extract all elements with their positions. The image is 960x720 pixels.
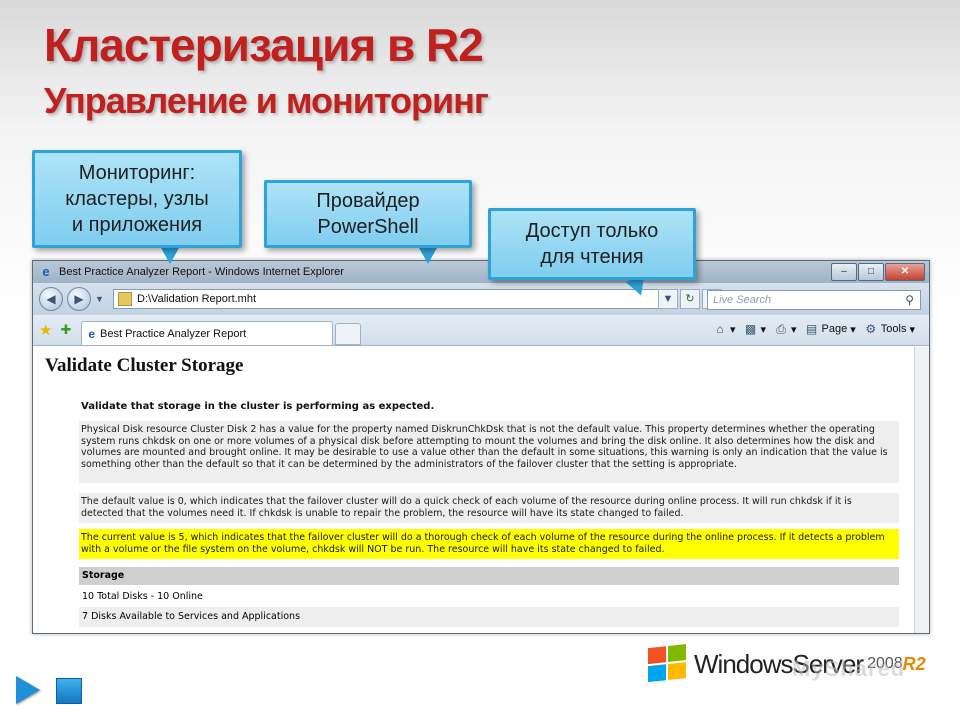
report-paragraph: Physical Disk resource Cluster Disk 2 ha… bbox=[79, 421, 899, 483]
search-input[interactable]: Live Search ⚲ bbox=[707, 290, 921, 310]
window-title: Best Practice Analyzer Report - Windows … bbox=[59, 266, 344, 278]
tools-menu[interactable]: ⚙ Tools ▾ bbox=[864, 322, 915, 336]
report-intro: Validate that storage in the cluster is … bbox=[81, 401, 435, 412]
brand-release: R2 bbox=[902, 653, 926, 674]
report-paragraph: The default value is 0, which indicates … bbox=[79, 493, 899, 523]
callout-powershell-pointer bbox=[418, 246, 438, 264]
browser-window: e Best Practice Analyzer Report - Window… bbox=[32, 260, 930, 634]
maximize-button[interactable]: □ bbox=[858, 263, 884, 281]
report-heading: Validate Cluster Storage bbox=[45, 355, 244, 376]
favorites-star-icon[interactable]: ★ bbox=[39, 321, 52, 339]
back-button[interactable]: ◀ bbox=[39, 287, 63, 311]
tab-report[interactable]: e Best Practice Analyzer Report bbox=[81, 321, 334, 345]
callout-readonly: Доступ только для чтения bbox=[488, 208, 696, 280]
browser-titlebar: e Best Practice Analyzer Report - Window… bbox=[33, 261, 929, 283]
home-button[interactable]: ⌂ ▾ bbox=[713, 322, 735, 336]
address-dropdown-icon[interactable]: ▼ bbox=[658, 289, 678, 309]
brand-windows: Windows bbox=[694, 648, 793, 679]
callout-readonly-text: Доступ только для чтения bbox=[525, 220, 659, 268]
search-placeholder: Live Search bbox=[713, 294, 772, 306]
feeds-icon: ▩ bbox=[744, 322, 757, 336]
home-icon: ⌂ bbox=[716, 322, 724, 336]
tools-menu-label: Tools bbox=[880, 323, 907, 335]
add-favorite-icon[interactable]: ✚ bbox=[60, 322, 71, 338]
tab-label: Best Practice Analyzer Report bbox=[100, 327, 247, 340]
close-button[interactable]: ✕ bbox=[885, 263, 925, 281]
minimize-button[interactable]: – bbox=[831, 263, 857, 281]
new-tab-button[interactable] bbox=[335, 323, 362, 345]
command-bar: ⌂ ▾ ▩ ▾ ⎙ ▾ ▤ Page ▾ ⚙ Tools ▾ bbox=[713, 322, 915, 336]
callout-monitoring: Мониторинг: кластеры, узлы и приложения bbox=[32, 150, 242, 248]
watermark: MyShared bbox=[792, 656, 906, 681]
callout-powershell-text: Провайдер PowerShell bbox=[316, 190, 420, 238]
windows-flag-icon bbox=[648, 644, 688, 684]
next-slide-icon[interactable] bbox=[16, 676, 40, 704]
slide-title: Кластеризация в R2 bbox=[44, 19, 484, 71]
table-row: 10 Total Disks - 10 Online bbox=[82, 591, 203, 602]
report-paragraph-highlighted: The current value is 5, which indicates … bbox=[79, 529, 899, 559]
ie-icon: e bbox=[42, 264, 50, 279]
callout-powershell: Провайдер PowerShell bbox=[264, 180, 472, 248]
address-text: D:\Validation Report.mht bbox=[137, 293, 257, 305]
page-content: Validate Cluster Storage Validate that s… bbox=[39, 347, 913, 633]
vertical-scrollbar[interactable] bbox=[914, 347, 929, 633]
history-dropdown-icon[interactable]: ▼ bbox=[95, 294, 105, 304]
tab-bar: ★ ✚ e Best Practice Analyzer Report ⌂ ▾ ▩… bbox=[33, 315, 929, 346]
callout-monitoring-pointer bbox=[160, 246, 180, 264]
stop-slide-icon[interactable] bbox=[56, 678, 82, 704]
address-bar[interactable]: D:\Validation Report.mht ▼ ↻ ✕ bbox=[113, 289, 722, 309]
window-controls: – □ ✕ bbox=[831, 263, 925, 281]
callout-monitoring-text: Мониторинг: кластеры, узлы и приложения bbox=[65, 162, 209, 236]
forward-button[interactable]: ▶ bbox=[67, 287, 91, 311]
gear-icon: ⚙ bbox=[865, 322, 877, 336]
slide-subtitle: Управление и мониторинг bbox=[44, 80, 489, 121]
page-icon: ▤ bbox=[805, 322, 818, 336]
page-menu-label: Page bbox=[821, 323, 848, 335]
search-icon[interactable]: ⚲ bbox=[905, 291, 914, 309]
table-header: Storage bbox=[79, 567, 899, 585]
file-icon bbox=[118, 292, 132, 306]
print-icon: ⎙ bbox=[776, 322, 786, 336]
feeds-button[interactable]: ▩ ▾ bbox=[743, 322, 766, 336]
refresh-icon[interactable]: ↻ bbox=[680, 289, 700, 309]
table-row: 7 Disks Available to Services and Applic… bbox=[79, 607, 899, 627]
print-button[interactable]: ⎙ ▾ bbox=[774, 322, 796, 336]
page-menu[interactable]: ▤ Page ▾ bbox=[805, 322, 856, 336]
tab-ie-icon: e bbox=[88, 326, 96, 341]
